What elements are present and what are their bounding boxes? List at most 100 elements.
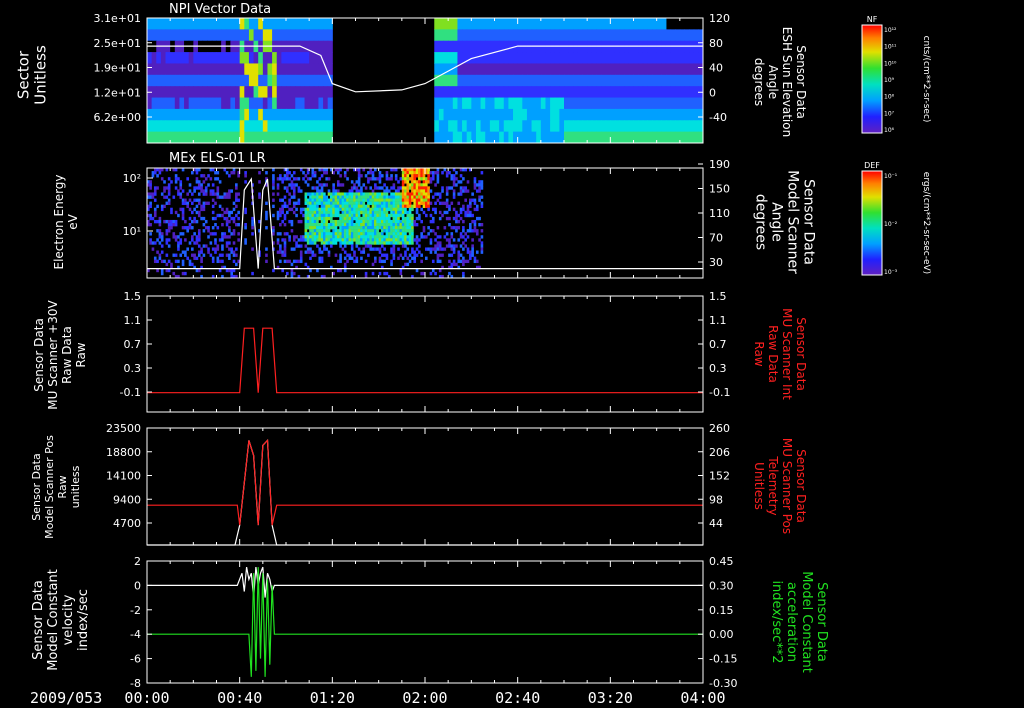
heat-cell [286, 63, 292, 76]
heat-cell [434, 207, 437, 212]
heat-cell [452, 180, 456, 184]
heat-cell [369, 201, 373, 205]
heat-cell [638, 29, 644, 42]
heat-cell [230, 171, 234, 175]
heat-cell [605, 29, 611, 42]
heat-cell [318, 29, 324, 42]
heat-cell [675, 108, 681, 121]
heat-cell [302, 177, 305, 181]
heat-cell [330, 232, 333, 236]
heat-cell [489, 120, 495, 133]
heat-cell [197, 183, 201, 187]
heat-cell [149, 192, 152, 196]
heat-cell [684, 120, 690, 133]
heat-cell [369, 216, 373, 221]
heat-cell [383, 226, 386, 230]
heat-cell [343, 204, 347, 209]
heat-cell [295, 86, 301, 99]
heat-cell [216, 226, 220, 230]
heat-cell [184, 120, 190, 133]
heat-cell [202, 174, 206, 178]
heat-cell [619, 63, 625, 76]
heat-cell [235, 247, 238, 251]
heat-cell [401, 198, 405, 202]
heat-cell [304, 226, 308, 230]
heat-cell [239, 74, 245, 87]
panel-5-ylabel-line: velocity [61, 594, 76, 645]
heat-cell [320, 210, 324, 215]
heat-cell [225, 29, 231, 42]
heat-cell [318, 192, 322, 196]
heat-cell [332, 210, 335, 215]
heat-cell [156, 63, 162, 76]
heat-cell [554, 131, 560, 144]
heat-cell [406, 189, 410, 193]
heat-cell [601, 29, 607, 42]
heat-cell [408, 171, 412, 175]
heat-cell [619, 52, 625, 64]
heat-cell [184, 250, 187, 254]
heat-cell [318, 238, 322, 242]
heat-cell [380, 238, 384, 242]
heat-cell [216, 192, 220, 196]
heat-cell [448, 74, 454, 87]
heat-cell [156, 186, 159, 190]
heat-cell [408, 226, 412, 230]
heat-cell [642, 18, 648, 30]
heat-cell [445, 198, 449, 202]
heat-cell [383, 201, 386, 205]
heat-cell [455, 171, 458, 175]
heat-cell [670, 63, 676, 76]
heat-cell [462, 120, 468, 133]
heat-cell [181, 213, 185, 218]
heat-cell [272, 204, 275, 209]
y2-tick-label: 0.3 [709, 362, 727, 375]
heat-cell [411, 250, 414, 254]
panel-1-ylabel: Sector Unitless [15, 45, 50, 105]
heat-cell [281, 210, 284, 215]
panel-5-y2label-line: Model Constant [799, 571, 814, 673]
heat-cell [390, 229, 393, 233]
heat-cell [193, 198, 196, 202]
heat-cell [408, 241, 412, 245]
heat-cell [174, 97, 180, 110]
heat-cell [304, 192, 308, 196]
heat-cell [577, 131, 584, 144]
heat-cell [610, 74, 616, 87]
heat-cell [235, 52, 241, 64]
heat-cell [218, 253, 222, 257]
heat-cell [480, 241, 484, 245]
heat-cell [452, 29, 458, 42]
heat-cell [387, 229, 391, 233]
panel-3-ylabel: Sensor Data MU Scanner +30V Raw Data Raw [32, 300, 88, 410]
heat-cell [689, 97, 695, 110]
heat-cell [445, 232, 449, 236]
heat-cell [323, 219, 326, 224]
heat-cell [455, 210, 458, 215]
heat-cell [614, 97, 621, 110]
heat-cell [689, 108, 695, 121]
heat-cell [457, 192, 461, 196]
heat-cell [156, 29, 162, 42]
heat-cell [251, 271, 254, 276]
heat-cell [170, 210, 173, 215]
heat-cell [195, 177, 199, 181]
heat-cell [390, 177, 393, 181]
heat-cell [522, 131, 528, 144]
heat-cell [601, 131, 607, 144]
heat-cell [406, 183, 410, 187]
heat-cell [165, 201, 169, 205]
heat-cell [452, 86, 458, 99]
heat-cell [591, 29, 597, 42]
heat-cell [343, 171, 347, 175]
heat-cell [568, 63, 574, 76]
heat-cell [441, 253, 444, 257]
heat-cell [313, 86, 319, 99]
heat-cell [151, 195, 155, 199]
heat-cell [239, 120, 245, 133]
heat-cell [371, 189, 375, 193]
heat-cell [228, 189, 231, 193]
heat-cell [394, 201, 398, 205]
heat-cell [332, 229, 335, 233]
heat-cell [420, 186, 423, 190]
